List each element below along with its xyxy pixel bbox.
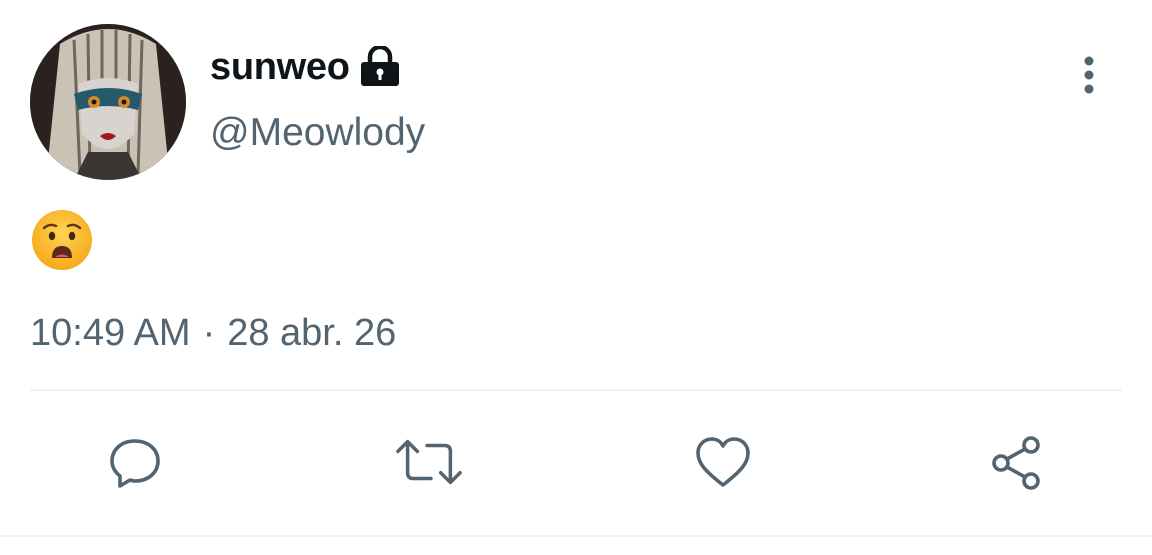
tweet: sunweo @Meowlody 10:49 AM · 28 abr. 26	[0, 0, 1152, 555]
heart-icon	[696, 437, 750, 487]
display-name[interactable]: sunweo	[210, 42, 350, 92]
share-icon	[992, 436, 1040, 490]
tweet-timestamp[interactable]: 10:49 AM · 28 abr. 26	[30, 308, 396, 358]
share-button[interactable]	[982, 428, 1052, 498]
reply-button[interactable]	[100, 428, 170, 498]
lock-icon	[360, 46, 400, 88]
tweet-time: 10:49 AM	[30, 312, 191, 354]
avatar[interactable]	[30, 24, 186, 180]
more-options-button[interactable]	[1068, 50, 1110, 100]
tweet-actions	[0, 428, 1152, 498]
reply-icon	[110, 439, 160, 488]
user-handle[interactable]: @Meowlody	[210, 108, 425, 158]
tweet-text	[30, 208, 94, 272]
like-button[interactable]	[688, 428, 758, 498]
display-name-row: sunweo	[210, 42, 400, 92]
more-vertical-icon	[1084, 56, 1094, 94]
retweet-button[interactable]	[394, 428, 464, 498]
tweet-date: 28 abr. 26	[227, 312, 397, 354]
divider	[30, 389, 1122, 391]
anguished-face-emoji	[32, 210, 92, 270]
timestamp-separator: ·	[202, 312, 216, 354]
bottom-divider	[0, 535, 1152, 537]
retweet-icon	[396, 439, 462, 485]
